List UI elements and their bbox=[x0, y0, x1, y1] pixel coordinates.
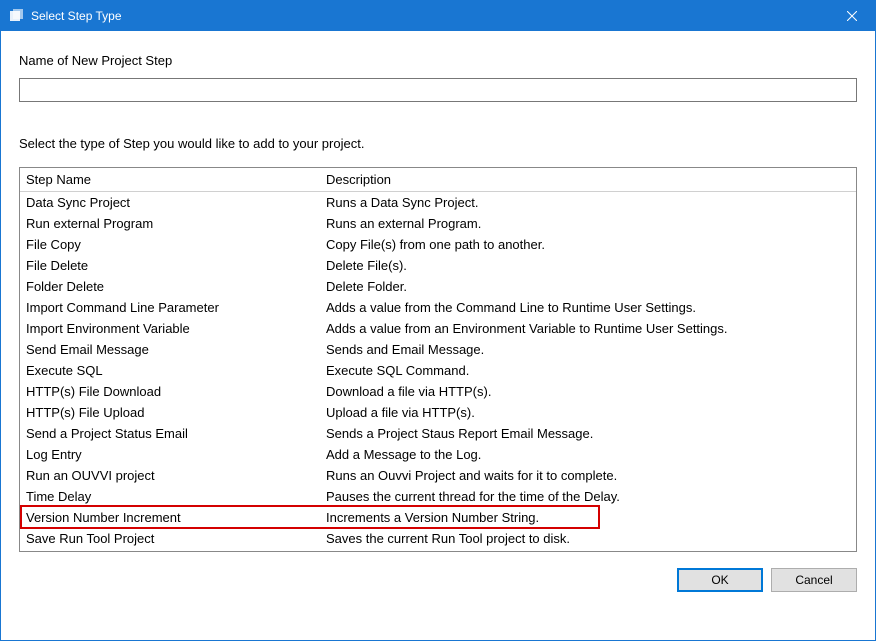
step-desc-cell: Adds a value from an Environment Variabl… bbox=[320, 321, 856, 336]
dialog-body: Name of New Project Step Select the type… bbox=[1, 31, 875, 640]
window-title: Select Step Type bbox=[31, 9, 829, 23]
list-item[interactable]: Run external ProgramRuns an external Pro… bbox=[20, 213, 856, 234]
titlebar: Select Step Type bbox=[1, 1, 875, 31]
list-item[interactable]: HTTP(s) File UploadUpload a file via HTT… bbox=[20, 402, 856, 423]
list-item[interactable]: Send a Project Status EmailSends a Proje… bbox=[20, 423, 856, 444]
step-name-cell: Folder Delete bbox=[20, 279, 320, 294]
list-item[interactable]: Data Sync ProjectRuns a Data Sync Projec… bbox=[20, 192, 856, 213]
step-desc-cell: Sends and Email Message. bbox=[320, 342, 856, 357]
step-desc-cell: Increments a Version Number String. bbox=[320, 510, 856, 525]
step-name-cell: File Copy bbox=[20, 237, 320, 252]
step-name-cell: Log Entry bbox=[20, 447, 320, 462]
column-step-name[interactable]: Step Name bbox=[20, 172, 320, 187]
step-name-cell: Version Number Increment bbox=[20, 510, 320, 525]
step-type-list: Step Name Description Data Sync ProjectR… bbox=[19, 167, 857, 552]
list-item[interactable]: HTTP(s) File DownloadDownload a file via… bbox=[20, 381, 856, 402]
list-item[interactable]: Send Email MessageSends and Email Messag… bbox=[20, 339, 856, 360]
close-icon bbox=[847, 11, 857, 21]
step-name-cell: Save Run Tool Project bbox=[20, 531, 320, 546]
list-item[interactable]: File CopyCopy File(s) from one path to a… bbox=[20, 234, 856, 255]
name-label: Name of New Project Step bbox=[19, 53, 857, 68]
step-desc-cell: Delete File(s). bbox=[320, 258, 856, 273]
list-item[interactable]: Folder DeleteDelete Folder. bbox=[20, 276, 856, 297]
step-name-cell: HTTP(s) File Upload bbox=[20, 405, 320, 420]
step-name-cell: Run an OUVVI project bbox=[20, 468, 320, 483]
column-description[interactable]: Description bbox=[320, 172, 856, 187]
step-desc-cell: Sends a Project Staus Report Email Messa… bbox=[320, 426, 856, 441]
button-row: OK Cancel bbox=[19, 568, 857, 592]
list-item[interactable]: Import Command Line ParameterAdds a valu… bbox=[20, 297, 856, 318]
list-item[interactable]: Run an OUVVI projectRuns an Ouvvi Projec… bbox=[20, 465, 856, 486]
app-icon bbox=[9, 8, 25, 24]
list-item[interactable]: Version Number IncrementIncrements a Ver… bbox=[20, 507, 856, 528]
step-desc-cell: Execute SQL Command. bbox=[320, 363, 856, 378]
step-desc-cell: Download a file via HTTP(s). bbox=[320, 384, 856, 399]
step-desc-cell: Runs an external Program. bbox=[320, 216, 856, 231]
instruction-text: Select the type of Step you would like t… bbox=[19, 136, 857, 151]
step-name-cell: File Delete bbox=[20, 258, 320, 273]
step-name-cell: HTTP(s) File Download bbox=[20, 384, 320, 399]
step-desc-cell: Upload a file via HTTP(s). bbox=[320, 405, 856, 420]
list-item[interactable]: Log EntryAdd a Message to the Log. bbox=[20, 444, 856, 465]
list-item[interactable]: File DeleteDelete File(s). bbox=[20, 255, 856, 276]
list-item[interactable]: Execute SQLExecute SQL Command. bbox=[20, 360, 856, 381]
step-name-cell: Data Sync Project bbox=[20, 195, 320, 210]
step-desc-cell: Adds a value from the Command Line to Ru… bbox=[320, 300, 856, 315]
list-header: Step Name Description bbox=[20, 168, 856, 192]
step-name-cell: Time Delay bbox=[20, 489, 320, 504]
list-body: Data Sync ProjectRuns a Data Sync Projec… bbox=[20, 192, 856, 549]
cancel-button[interactable]: Cancel bbox=[771, 568, 857, 592]
step-desc-cell: Delete Folder. bbox=[320, 279, 856, 294]
step-name-input[interactable] bbox=[19, 78, 857, 102]
close-button[interactable] bbox=[829, 1, 875, 31]
list-item[interactable]: Save Run Tool ProjectSaves the current R… bbox=[20, 528, 856, 549]
step-desc-cell: Runs a Data Sync Project. bbox=[320, 195, 856, 210]
step-desc-cell: Pauses the current thread for the time o… bbox=[320, 489, 856, 504]
dialog-window: Select Step Type Name of New Project Ste… bbox=[0, 0, 876, 641]
step-desc-cell: Add a Message to the Log. bbox=[320, 447, 856, 462]
list-item[interactable]: Time DelayPauses the current thread for … bbox=[20, 486, 856, 507]
step-name-cell: Import Command Line Parameter bbox=[20, 300, 320, 315]
step-name-cell: Send Email Message bbox=[20, 342, 320, 357]
step-desc-cell: Saves the current Run Tool project to di… bbox=[320, 531, 856, 546]
step-desc-cell: Copy File(s) from one path to another. bbox=[320, 237, 856, 252]
step-name-cell: Run external Program bbox=[20, 216, 320, 231]
step-name-cell: Send a Project Status Email bbox=[20, 426, 320, 441]
step-desc-cell: Runs an Ouvvi Project and waits for it t… bbox=[320, 468, 856, 483]
list-item[interactable]: Import Environment VariableAdds a value … bbox=[20, 318, 856, 339]
ok-button[interactable]: OK bbox=[677, 568, 763, 592]
step-name-cell: Execute SQL bbox=[20, 363, 320, 378]
step-name-cell: Import Environment Variable bbox=[20, 321, 320, 336]
